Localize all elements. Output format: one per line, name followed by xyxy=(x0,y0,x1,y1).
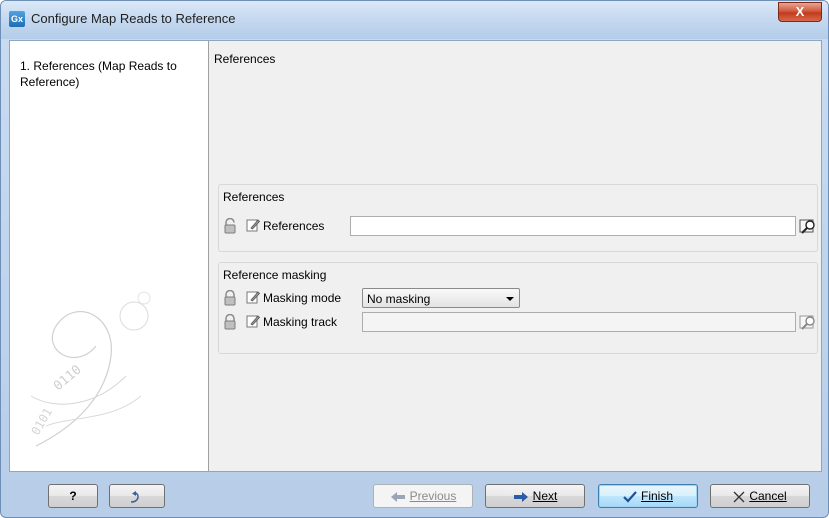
svg-text:0110: 0110 xyxy=(51,362,85,394)
cancel-button[interactable]: Cancel xyxy=(710,484,810,508)
pencil-icon[interactable] xyxy=(246,218,260,232)
chevron-down-icon xyxy=(506,297,514,301)
help-button[interactable]: ? xyxy=(48,484,98,508)
references-row: References xyxy=(223,215,815,237)
close-icon xyxy=(733,491,745,503)
references-field[interactable] xyxy=(350,216,796,236)
next-button[interactable]: Next xyxy=(485,484,585,508)
reset-icon xyxy=(130,490,139,503)
dialog-window: Gx Configure Map Reads to Reference X 1.… xyxy=(0,0,829,518)
masking-mode-row: Masking mode No masking xyxy=(223,287,813,309)
next-label: Next xyxy=(532,489,558,503)
masking-track-field[interactable] xyxy=(362,312,796,332)
browse-icon[interactable] xyxy=(799,313,817,331)
app-icon: Gx xyxy=(9,11,25,27)
masking-track-label: Masking track xyxy=(263,315,338,329)
steps-panel: 1. References (Map Reads to Reference) 0… xyxy=(10,41,209,471)
svg-text:0101: 0101 xyxy=(28,405,55,437)
references-group: References References xyxy=(218,184,818,252)
arrow-left-icon xyxy=(390,491,405,502)
clc-swirl-logo: 0110 0101 xyxy=(28,291,151,447)
step-number: 1. xyxy=(20,59,31,73)
lock-icon[interactable] xyxy=(223,314,237,330)
button-bar: ? Previous Next Finish Cancel xyxy=(1,471,828,517)
masking-group-title: Reference masking xyxy=(223,268,327,282)
finish-label: Finish xyxy=(640,489,673,503)
arrow-right-icon xyxy=(513,491,528,502)
references-group-title: References xyxy=(223,190,285,204)
browse-icon[interactable] xyxy=(799,217,817,235)
cancel-label: Cancel xyxy=(749,489,787,503)
pencil-icon[interactable] xyxy=(246,314,260,328)
step-item-references[interactable]: 1. References (Map Reads to Reference) xyxy=(20,58,200,90)
masking-track-row: Masking track xyxy=(223,311,815,333)
page-title: References xyxy=(214,52,276,66)
previous-label: Previous xyxy=(409,489,457,503)
masking-mode-label: Masking mode xyxy=(263,291,342,305)
checkmark-icon xyxy=(623,491,637,503)
reset-button[interactable] xyxy=(109,484,165,508)
dialog-body: 1. References (Map Reads to Reference) 0… xyxy=(9,40,822,472)
close-button[interactable]: X xyxy=(778,2,822,22)
masking-mode-select[interactable]: No masking xyxy=(362,288,520,308)
previous-button[interactable]: Previous xyxy=(373,484,473,508)
title-bar[interactable]: Gx Configure Map Reads to Reference X xyxy=(1,1,828,39)
content-panel: References References References Referen… xyxy=(209,41,821,471)
lock-icon[interactable] xyxy=(223,290,237,306)
finish-button[interactable]: Finish xyxy=(598,484,698,508)
pencil-icon[interactable] xyxy=(246,290,260,304)
lock-icon[interactable] xyxy=(223,218,237,234)
masking-mode-value: No masking xyxy=(367,292,431,306)
reference-masking-group: Reference masking Masking mode No maskin… xyxy=(218,262,818,354)
step-label: References (Map Reads to Reference) xyxy=(20,59,177,89)
references-label: References xyxy=(263,219,325,233)
window-title: Configure Map Reads to Reference xyxy=(31,11,236,26)
